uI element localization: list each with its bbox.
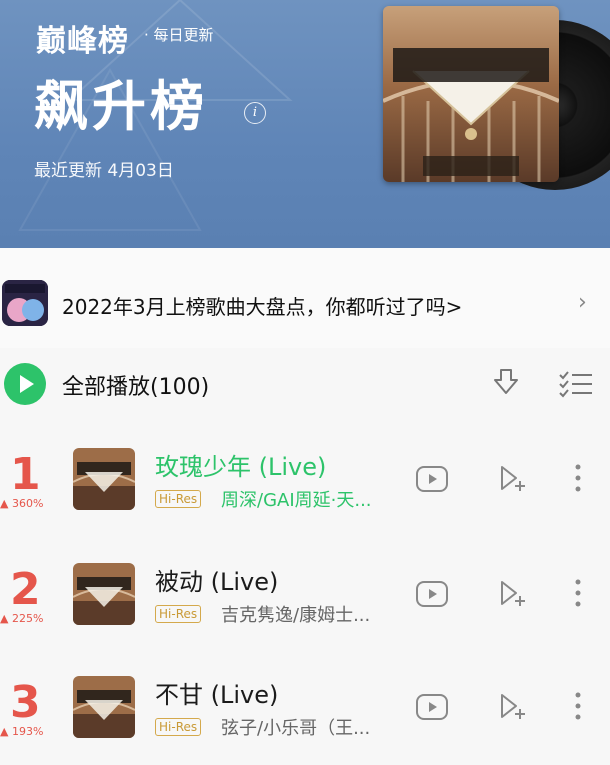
add-to-playlist-icon[interactable]: [498, 463, 528, 493]
more-options-icon[interactable]: [574, 691, 582, 721]
video-play-icon[interactable]: [415, 465, 449, 493]
trend-percent: ▲ 193%: [0, 725, 44, 738]
song-cover-icon[interactable]: [73, 676, 135, 738]
play-all-label[interactable]: 全部播放(100): [62, 369, 209, 401]
promo-thumbnail[interactable]: [2, 280, 48, 326]
page-title: 飙升榜: [34, 75, 208, 138]
song-artist[interactable]: 弦子/小乐哥（王...: [221, 714, 370, 740]
promo-text[interactable]: 2022年3月上榜歌曲大盘点，你都听过了吗>: [62, 291, 462, 320]
trend-percent: ▲ 225%: [0, 612, 44, 625]
song-title[interactable]: 不甘 (Live): [155, 675, 278, 710]
info-icon[interactable]: i: [244, 102, 266, 124]
album-cover-icon[interactable]: [383, 6, 559, 182]
more-options-icon[interactable]: [574, 463, 582, 493]
chart-header: 巅峰榜 · 每日更新 飙升榜 i 最近更新 4月03日: [0, 0, 610, 248]
song-row[interactable]: 3 ▲ 193% 不甘 (Live) Hi-Res 弦子/小乐哥（王...: [0, 653, 610, 753]
video-play-icon[interactable]: [415, 693, 449, 721]
song-artist[interactable]: 吉克隽逸/康姆士...: [221, 601, 370, 627]
song-title[interactable]: 玫瑰少年 (Live): [155, 447, 326, 482]
more-options-icon[interactable]: [574, 578, 582, 608]
hi-res-badge: Hi-Res: [155, 490, 202, 508]
song-row[interactable]: 1 ▲ 360% 玫瑰少年 (Live) Hi-Res 周深/GAI周延·天..…: [0, 425, 610, 525]
rank-number: 2: [10, 564, 41, 615]
rank-number: 1: [10, 449, 41, 500]
trend-percent: ▲ 360%: [0, 497, 44, 510]
play-all-button[interactable]: [4, 363, 46, 405]
add-to-playlist-icon[interactable]: [498, 691, 528, 721]
song-row[interactable]: 2 ▲ 225% 被动 (Live) Hi-Res 吉克隽逸/康姆士...: [0, 540, 610, 640]
chevron-right-icon[interactable]: ›: [578, 290, 587, 315]
brand-subtitle: · 每日更新: [144, 26, 214, 44]
song-cover-icon[interactable]: [73, 448, 135, 510]
video-play-icon[interactable]: [415, 580, 449, 608]
add-to-playlist-icon[interactable]: [498, 578, 528, 608]
song-artist[interactable]: 周深/GAI周延·天...: [221, 486, 372, 512]
song-cover-icon[interactable]: [73, 563, 135, 625]
hi-res-badge: Hi-Res: [155, 718, 202, 736]
rank-number: 3: [10, 677, 41, 728]
brand-logo: 巅峰榜: [36, 24, 129, 59]
hi-res-badge: Hi-Res: [155, 605, 202, 623]
multi-select-icon[interactable]: [558, 370, 594, 398]
last-updated: 最近更新 4月03日: [34, 161, 174, 181]
song-title[interactable]: 被动 (Live): [155, 562, 278, 597]
download-icon[interactable]: [490, 366, 522, 398]
